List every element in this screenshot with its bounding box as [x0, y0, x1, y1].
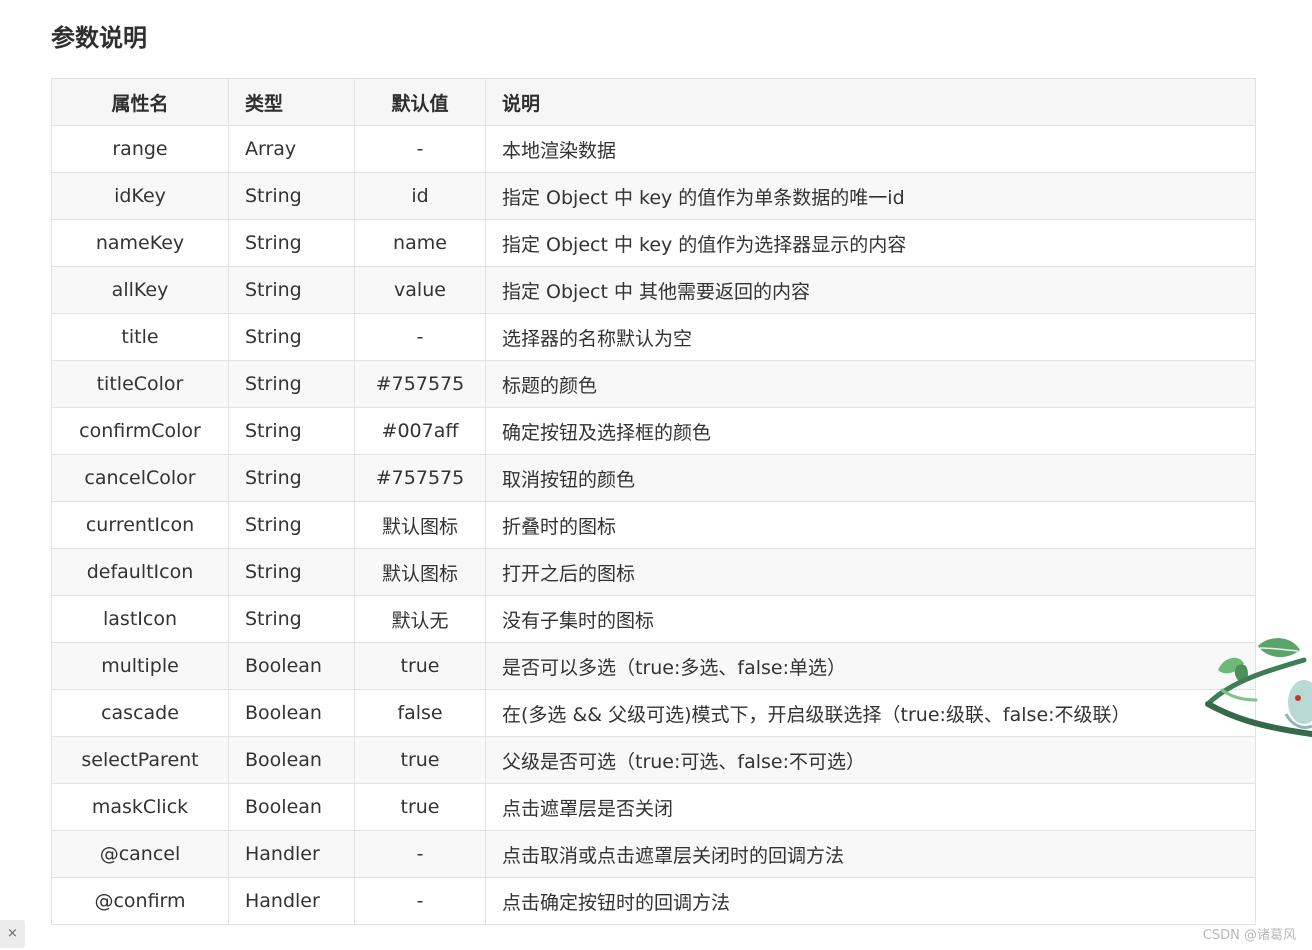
cell-desc: 在(多选 && 父级可选)模式下，开启级联选择（true:级联、false:不级… [485, 689, 1256, 737]
table-row: cancelColor String #757575 取消按钮的颜色 [51, 454, 1256, 502]
table-row: confirmColor String #007aff 确定按钮及选择框的颜色 [51, 407, 1256, 455]
table-body: range Array - 本地渲染数据 idKey String id 指定 … [51, 125, 1256, 925]
cell-name: title [51, 313, 229, 361]
cell-desc: 是否可以多选（true:多选、false:单选） [485, 642, 1256, 690]
table-row: selectParent Boolean true 父级是否可选（true:可选… [51, 736, 1256, 784]
cell-type: Array [228, 125, 355, 173]
cell-type: String [228, 454, 355, 502]
cell-desc: 取消按钮的颜色 [485, 454, 1256, 502]
watermark: CSDN @诸葛风 [1202, 928, 1296, 943]
table-row: titleColor String #757575 标题的颜色 [51, 360, 1256, 408]
cell-default: true [354, 783, 486, 831]
mascot-illustration [1200, 630, 1312, 750]
cell-type: String [228, 313, 355, 361]
cell-desc: 点击确定按钮时的回调方法 [485, 877, 1256, 925]
header-name: 属性名 [51, 78, 229, 126]
cell-name: defaultIcon [51, 548, 229, 596]
cell-name: confirmColor [51, 407, 229, 455]
cell-default: - [354, 125, 486, 173]
cell-type: String [228, 266, 355, 314]
table-header-row: 属性名 类型 默认值 说明 [51, 78, 1256, 126]
table-row: allKey String value 指定 Object 中 其他需要返回的内… [51, 266, 1256, 314]
cell-type: String [228, 360, 355, 408]
cell-desc: 指定 Object 中 其他需要返回的内容 [485, 266, 1256, 314]
cell-default: #757575 [354, 454, 486, 502]
page-heading: 参数说明 [51, 24, 147, 52]
cell-default: value [354, 266, 486, 314]
cell-default: - [354, 313, 486, 361]
cell-default: true [354, 642, 486, 690]
cell-desc: 点击遮罩层是否关闭 [485, 783, 1256, 831]
cell-type: String [228, 407, 355, 455]
cell-desc: 打开之后的图标 [485, 548, 1256, 596]
cell-name: titleColor [51, 360, 229, 408]
cell-type: String [228, 548, 355, 596]
table-row: lastIcon String 默认无 没有子集时的图标 [51, 595, 1256, 643]
table-row: multiple Boolean true 是否可以多选（true:多选、fal… [51, 642, 1256, 690]
cell-default: 默认无 [354, 595, 486, 643]
cell-default: name [354, 219, 486, 267]
cell-desc: 选择器的名称默认为空 [485, 313, 1256, 361]
cell-name: lastIcon [51, 595, 229, 643]
cell-default: 默认图标 [354, 501, 486, 549]
cell-type: Boolean [228, 689, 355, 737]
cell-default: #007aff [354, 407, 486, 455]
cell-default: #757575 [354, 360, 486, 408]
table-row: @cancel Handler - 点击取消或点击遮罩层关闭时的回调方法 [51, 830, 1256, 878]
cell-type: String [228, 219, 355, 267]
cell-type: String [228, 595, 355, 643]
cell-desc: 本地渲染数据 [485, 125, 1256, 173]
cell-name: currentIcon [51, 501, 229, 549]
cell-default: - [354, 877, 486, 925]
cell-name: maskClick [51, 783, 229, 831]
cell-default: 默认图标 [354, 548, 486, 596]
table-row: range Array - 本地渲染数据 [51, 125, 1256, 173]
cell-name: @confirm [51, 877, 229, 925]
cell-desc: 没有子集时的图标 [485, 595, 1256, 643]
table-row: @confirm Handler - 点击确定按钮时的回调方法 [51, 877, 1256, 925]
cell-name: selectParent [51, 736, 229, 784]
cell-default: true [354, 736, 486, 784]
header-default: 默认值 [354, 78, 486, 126]
cell-type: Boolean [228, 783, 355, 831]
cell-type: String [228, 172, 355, 220]
table-row: maskClick Boolean true 点击遮罩层是否关闭 [51, 783, 1256, 831]
cell-name: cascade [51, 689, 229, 737]
cell-type: Boolean [228, 642, 355, 690]
creature-body-icon [1288, 680, 1312, 724]
cell-desc: 点击取消或点击遮罩层关闭时的回调方法 [485, 830, 1256, 878]
cell-name: range [51, 125, 229, 173]
cell-name: idKey [51, 172, 229, 220]
cell-desc: 折叠时的图标 [485, 501, 1256, 549]
cell-type: Handler [228, 830, 355, 878]
cell-desc: 父级是否可选（true:可选、false:不可选） [485, 736, 1256, 784]
cell-desc: 确定按钮及选择框的颜色 [485, 407, 1256, 455]
cell-type: Handler [228, 877, 355, 925]
table-row: defaultIcon String 默认图标 打开之后的图标 [51, 548, 1256, 596]
params-table: 属性名 类型 默认值 说明 range Array - 本地渲染数据 idKey… [51, 78, 1256, 925]
cell-name: nameKey [51, 219, 229, 267]
header-desc: 说明 [485, 78, 1256, 126]
cell-desc: 标题的颜色 [485, 360, 1256, 408]
cell-default: - [354, 830, 486, 878]
header-type: 类型 [228, 78, 355, 126]
cell-desc: 指定 Object 中 key 的值作为选择器显示的内容 [485, 219, 1256, 267]
close-icon[interactable]: × [0, 920, 25, 948]
cell-default: false [354, 689, 486, 737]
cell-desc: 指定 Object 中 key 的值作为单条数据的唯一id [485, 172, 1256, 220]
table-row: idKey String id 指定 Object 中 key 的值作为单条数据… [51, 172, 1256, 220]
table-row: currentIcon String 默认图标 折叠时的图标 [51, 501, 1256, 549]
cell-name: allKey [51, 266, 229, 314]
cell-type: String [228, 501, 355, 549]
cell-type: Boolean [228, 736, 355, 784]
cell-name: cancelColor [51, 454, 229, 502]
table-row: title String - 选择器的名称默认为空 [51, 313, 1256, 361]
table-row: nameKey String name 指定 Object 中 key 的值作为… [51, 219, 1256, 267]
cell-default: id [354, 172, 486, 220]
cell-name: multiple [51, 642, 229, 690]
table-row: cascade Boolean false 在(多选 && 父级可选)模式下，开… [51, 689, 1256, 737]
cell-name: @cancel [51, 830, 229, 878]
